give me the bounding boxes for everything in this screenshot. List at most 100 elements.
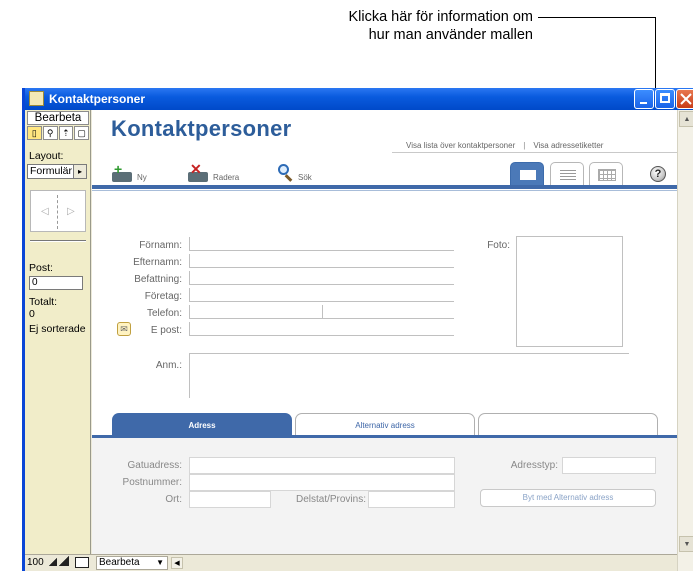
- minimize-button[interactable]: [634, 89, 654, 109]
- tab-list-view[interactable]: [550, 162, 584, 185]
- dropdown-arrow-icon: ▸: [73, 165, 86, 178]
- status-mode-dropdown[interactable]: Bearbeta ▼: [96, 556, 168, 570]
- record-slider[interactable]: [30, 240, 86, 242]
- record-book[interactable]: ◁ ▷: [30, 190, 86, 232]
- title-bar: Kontaktpersoner: [25, 88, 693, 110]
- preview-mode-icon[interactable]: ▢: [74, 126, 89, 140]
- contact-list-link[interactable]: Visa lista över kontaktpersoner: [406, 141, 515, 150]
- street-field[interactable]: [189, 457, 455, 474]
- prev-page-icon[interactable]: ◁: [41, 206, 49, 217]
- search-icon: [277, 164, 295, 182]
- find-mode-icon[interactable]: ⚲: [42, 126, 58, 140]
- postal-field[interactable]: [189, 474, 455, 491]
- total-label: Totalt:: [29, 296, 58, 308]
- header-rule-light: [92, 190, 677, 191]
- record-number-input[interactable]: 0: [29, 276, 83, 290]
- help-callout: Klicka här för information om hur man an…: [348, 8, 533, 44]
- filemaker-window: Kontaktpersoner Bearbeta ▯ ⚲ ⇡ ▢ Layout:…: [22, 88, 693, 571]
- layout-label: Layout:: [29, 150, 64, 162]
- phone-field[interactable]: [189, 305, 322, 319]
- maximize-button[interactable]: [655, 89, 675, 109]
- mode-icons: ▯ ⚲ ⇡ ▢: [27, 126, 89, 140]
- notes-field[interactable]: [189, 353, 629, 398]
- postal-label: Postnummer:: [122, 477, 182, 488]
- delete-record-button[interactable]: ✕ Radera: [188, 162, 240, 182]
- email-field[interactable]: [189, 322, 454, 336]
- next-page-icon[interactable]: ▷: [67, 206, 75, 217]
- last-name-label: Efternamn:: [133, 257, 182, 268]
- photo-field[interactable]: [516, 236, 623, 347]
- help-icon[interactable]: ?: [650, 166, 666, 182]
- minimize-icon: [640, 102, 647, 104]
- state-field[interactable]: [368, 491, 455, 508]
- status-mode-value: Bearbeta: [99, 557, 140, 568]
- scroll-up-icon[interactable]: ▲: [679, 111, 693, 127]
- link-separator: |: [523, 141, 526, 150]
- last-name-field[interactable]: [189, 254, 454, 268]
- notes-label: Anm.:: [155, 360, 182, 371]
- top-links: Visa lista över kontaktpersoner | Visa adr…: [406, 141, 603, 150]
- callout-line-1: Klicka här för information om: [348, 9, 533, 25]
- layout-dropdown[interactable]: Formulär ▸: [27, 164, 87, 179]
- mode-selector[interactable]: Bearbeta: [27, 111, 89, 125]
- close-button[interactable]: [676, 89, 693, 109]
- links-divider: [392, 152, 677, 153]
- app-icon: [29, 91, 44, 106]
- post-label: Post:: [29, 262, 53, 274]
- layout-content: Kontaktpersoner Visa lista över kontaktp…: [92, 110, 677, 554]
- toggle-status-area-icon[interactable]: [75, 557, 89, 568]
- vertical-scrollbar[interactable]: ▲ ▼: [677, 110, 693, 571]
- new-record-label: Ny: [137, 173, 147, 182]
- zoom-level[interactable]: 100: [27, 557, 44, 568]
- callout-connector-h: [538, 17, 656, 18]
- tab-table-view[interactable]: [589, 162, 623, 185]
- callout-line-2: hur man använder mallen: [368, 27, 533, 43]
- browse-mode-icon[interactable]: ▯: [27, 126, 42, 140]
- job-title-field[interactable]: [189, 271, 454, 285]
- company-field[interactable]: [189, 288, 454, 302]
- email-label: E post:: [150, 325, 182, 336]
- first-name-label: Förnamn:: [139, 240, 182, 251]
- total-value: 0: [29, 308, 35, 320]
- swap-address-button[interactable]: Byt med Alternativ adress: [480, 489, 656, 507]
- search-button[interactable]: Sök: [277, 164, 312, 182]
- scroll-left-icon[interactable]: ◀: [171, 557, 183, 569]
- state-label: Delstat/Provins:: [295, 494, 366, 505]
- header-rule: [92, 185, 677, 189]
- phone-field-2[interactable]: [322, 305, 454, 319]
- address-labels-link[interactable]: Visa adressetiketter: [533, 141, 603, 150]
- job-title-label: Befattning:: [134, 274, 182, 285]
- address-type-label: Adresstyp:: [510, 460, 558, 471]
- address-panel: Gatuadress: Postnummer: Ort: Delstat/Pro…: [92, 435, 677, 554]
- book-spine: [57, 195, 60, 229]
- status-area: Bearbeta ▯ ⚲ ⇡ ▢ Layout: Formulär ▸ ◁ ▷ …: [25, 110, 91, 571]
- phone-label: Telefon:: [146, 308, 182, 319]
- layout-mode-icon[interactable]: ⇡: [58, 126, 74, 140]
- close-icon: [680, 93, 692, 105]
- layout-value: Formulär: [30, 165, 73, 177]
- new-record-button[interactable]: + Ny: [112, 162, 147, 182]
- status-bar: 100 Bearbeta ▼ ◀: [25, 554, 677, 571]
- window-title: Kontaktpersoner: [49, 92, 146, 106]
- scroll-down-icon[interactable]: ▼: [679, 536, 693, 552]
- new-record-icon: +: [112, 162, 134, 182]
- delete-record-icon: ✕: [188, 162, 210, 182]
- city-field[interactable]: [189, 491, 271, 508]
- delete-record-label: Radera: [213, 173, 240, 182]
- sort-status: Ej sorterade: [29, 323, 86, 335]
- tab-alternative-address[interactable]: Alternativ adress: [295, 413, 475, 435]
- tab-form-view[interactable]: [510, 162, 544, 185]
- street-label: Gatuadress:: [127, 460, 182, 471]
- first-name-field[interactable]: [189, 237, 454, 251]
- list-view-icon: [560, 170, 576, 180]
- tab-empty[interactable]: [478, 413, 658, 435]
- city-label: Ort:: [165, 494, 182, 505]
- table-view-icon: [598, 169, 616, 181]
- zoom-out-icon[interactable]: [49, 558, 57, 566]
- tab-address[interactable]: Adress: [112, 413, 292, 435]
- maximize-icon: [660, 93, 670, 103]
- page-title: Kontaktpersoner: [111, 116, 292, 141]
- company-label: Företag:: [144, 291, 182, 302]
- address-type-field[interactable]: [562, 457, 656, 474]
- zoom-in-icon[interactable]: [59, 556, 69, 566]
